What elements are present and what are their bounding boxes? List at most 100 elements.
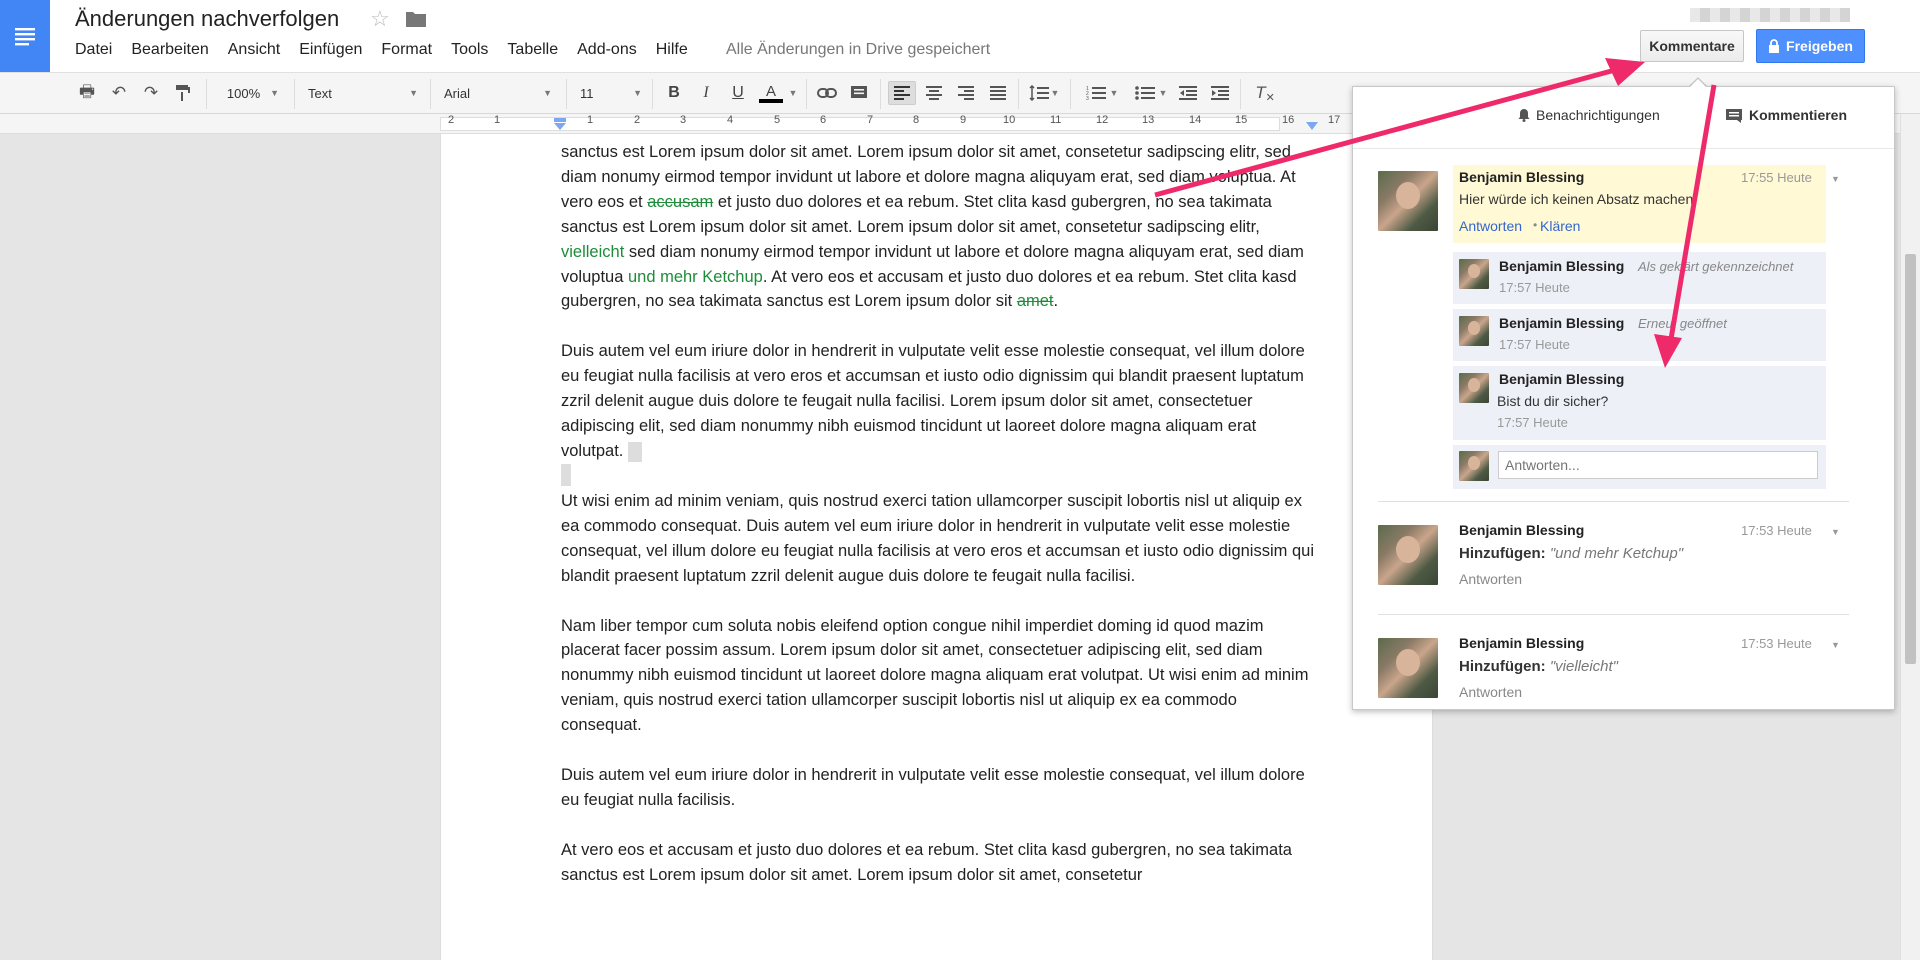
menu-format[interactable]: Format bbox=[381, 41, 432, 59]
right-indent-marker-icon[interactable] bbox=[1305, 118, 1319, 132]
menu-bearbeiten[interactable]: Bearbeiten bbox=[131, 41, 208, 59]
toolbar-separator bbox=[566, 79, 567, 109]
comment-author: Benjamin Blessing bbox=[1459, 522, 1585, 538]
undo-icon[interactable]: ↶ bbox=[108, 81, 130, 105]
decrease-indent-icon[interactable] bbox=[1176, 81, 1200, 105]
align-center-icon[interactable] bbox=[922, 81, 946, 105]
notifications-label: Benachrichtigungen bbox=[1536, 107, 1660, 123]
suggestion-text: Hinzufügen: "vielleicht" bbox=[1459, 658, 1618, 675]
insert-comment-icon[interactable] bbox=[847, 81, 871, 105]
justify-icon[interactable] bbox=[986, 81, 1010, 105]
account-name-blurred[interactable] bbox=[1690, 8, 1850, 22]
bulleted-list-icon[interactable]: ▼ bbox=[1130, 81, 1172, 105]
paragraph-4[interactable]: Nam liber tempor cum soluta nobis eleife… bbox=[561, 614, 1321, 739]
reply-time: 17:57 Heute bbox=[1497, 415, 1568, 430]
add-comment-label: Kommentieren bbox=[1749, 107, 1848, 123]
underline-icon[interactable]: U bbox=[727, 81, 749, 105]
suggested-deletion[interactable]: amet bbox=[1017, 292, 1054, 310]
paragraph-5[interactable]: Duis autem vel eum iriure dolor in hendr… bbox=[561, 763, 1321, 813]
font-value: Arial bbox=[444, 85, 471, 101]
redo-icon[interactable]: ↷ bbox=[140, 81, 162, 105]
style-select[interactable]: Text ▼ bbox=[308, 81, 418, 105]
left-indent-marker-icon[interactable] bbox=[553, 118, 567, 132]
menu-hilfe[interactable]: Hilfe bbox=[656, 41, 688, 59]
add-comment-button[interactable]: Kommentieren bbox=[1725, 107, 1847, 123]
font-size-select[interactable]: 11 ▼ bbox=[580, 81, 642, 105]
thread-divider bbox=[1378, 501, 1849, 502]
menu-tabelle[interactable]: Tabelle bbox=[507, 41, 558, 59]
comments-button[interactable]: Kommentare bbox=[1640, 30, 1744, 62]
bold-icon[interactable]: B bbox=[663, 81, 685, 105]
toolbar-separator bbox=[1070, 79, 1071, 109]
ruler-tick: 6 bbox=[820, 114, 827, 126]
line-spacing-icon[interactable]: ▼ bbox=[1026, 81, 1062, 105]
toolbar-separator bbox=[430, 79, 431, 109]
ruler-tick: 2 bbox=[448, 114, 455, 126]
suggested-insertion[interactable]: vielleicht bbox=[561, 243, 624, 261]
comment-menu-chevron-icon[interactable]: ▼ bbox=[1831, 174, 1840, 184]
print-icon[interactable]: 🖶 bbox=[76, 81, 98, 105]
document-page[interactable]: sanctus est Lorem ipsum dolor sit amet. … bbox=[440, 134, 1433, 960]
scrollbar-thumb[interactable] bbox=[1905, 254, 1916, 664]
reply-link[interactable]: Antworten bbox=[1459, 218, 1522, 234]
ruler-tick: 8 bbox=[913, 114, 920, 126]
avatar bbox=[1378, 525, 1438, 585]
reply-author: Benjamin Blessing bbox=[1499, 315, 1625, 331]
align-left-icon[interactable] bbox=[888, 81, 916, 105]
clear-formatting-icon[interactable]: T ✕ bbox=[1252, 81, 1278, 105]
notifications-button[interactable]: Benachrichtigungen bbox=[1518, 107, 1660, 123]
link-icon[interactable] bbox=[815, 81, 839, 105]
paint-format-icon[interactable] bbox=[172, 81, 194, 105]
share-button[interactable]: Freigeben bbox=[1756, 29, 1865, 63]
avatar bbox=[1459, 373, 1489, 403]
paragraph-2[interactable]: Duis autem vel eum iriure dolor in hendr… bbox=[561, 339, 1321, 464]
paragraph-6[interactable]: At vero eos et accusam et justo duo dolo… bbox=[561, 838, 1321, 888]
toolbar-separator bbox=[880, 79, 881, 109]
menu-addons[interactable]: Add-ons bbox=[577, 41, 637, 59]
text-color-icon[interactable]: A bbox=[755, 81, 787, 105]
zoom-select[interactable]: 100% ▼ bbox=[222, 81, 284, 105]
reply-input[interactable] bbox=[1498, 451, 1818, 479]
comment-menu-chevron-icon[interactable]: ▼ bbox=[1831, 527, 1840, 537]
reply-time: 17:57 Heute bbox=[1499, 337, 1570, 352]
suggested-deletion[interactable]: accusam bbox=[647, 193, 713, 211]
ruler-tick: 9 bbox=[960, 114, 967, 126]
avatar bbox=[1378, 638, 1438, 698]
chevron-down-icon: ▼ bbox=[543, 88, 552, 98]
reply-link[interactable]: Antworten bbox=[1459, 684, 1522, 700]
menu-einfuegen[interactable]: Einfügen bbox=[299, 41, 362, 59]
docs-home-logo[interactable] bbox=[0, 0, 50, 72]
suggested-insertion[interactable]: und mehr Ketchup bbox=[628, 268, 763, 286]
paragraph-3[interactable]: Ut wisi enim ad minim veniam, quis nostr… bbox=[561, 489, 1321, 589]
menu-tools[interactable]: Tools bbox=[451, 41, 488, 59]
chevron-down-icon[interactable]: ▼ bbox=[788, 81, 798, 105]
menu-datei[interactable]: Datei bbox=[75, 41, 112, 59]
star-icon[interactable]: ☆ bbox=[370, 6, 390, 32]
paragraph-break-highlight bbox=[627, 441, 642, 462]
increase-indent-icon[interactable] bbox=[1208, 81, 1232, 105]
align-right-icon[interactable] bbox=[954, 81, 978, 105]
folder-icon[interactable] bbox=[405, 10, 427, 28]
ruler-tick: 2 bbox=[634, 114, 641, 126]
scrollbar[interactable] bbox=[1900, 114, 1920, 960]
numbered-list-icon[interactable]: 123 ▼ bbox=[1082, 81, 1122, 105]
resolve-link[interactable]: Klären bbox=[1540, 218, 1580, 234]
menu-ansicht[interactable]: Ansicht bbox=[228, 41, 280, 59]
reply-action: Erneut geöffnet bbox=[1638, 316, 1727, 331]
document-title[interactable]: Änderungen nachverfolgen bbox=[75, 6, 339, 32]
document-body[interactable]: sanctus est Lorem ipsum dolor sit amet. … bbox=[561, 140, 1321, 913]
reply-link[interactable]: Antworten bbox=[1459, 571, 1522, 587]
suggestion-quote: "vielleicht" bbox=[1549, 658, 1619, 675]
italic-icon[interactable]: I bbox=[695, 81, 717, 105]
paragraph-1[interactable]: sanctus est Lorem ipsum dolor sit amet. … bbox=[561, 140, 1321, 314]
ruler-tick: 14 bbox=[1189, 114, 1202, 126]
zoom-value: 100% bbox=[226, 85, 261, 101]
avatar bbox=[1459, 316, 1489, 346]
empty-line-highlight bbox=[561, 463, 571, 486]
chevron-down-icon: ▼ bbox=[409, 88, 418, 98]
toolbar-separator bbox=[294, 79, 295, 109]
reply-text: Bist du dir sicher? bbox=[1497, 393, 1609, 409]
comment-menu-chevron-icon[interactable]: ▼ bbox=[1831, 640, 1840, 650]
font-select[interactable]: Arial ▼ bbox=[444, 81, 552, 105]
chevron-down-icon: ▼ bbox=[270, 88, 280, 98]
